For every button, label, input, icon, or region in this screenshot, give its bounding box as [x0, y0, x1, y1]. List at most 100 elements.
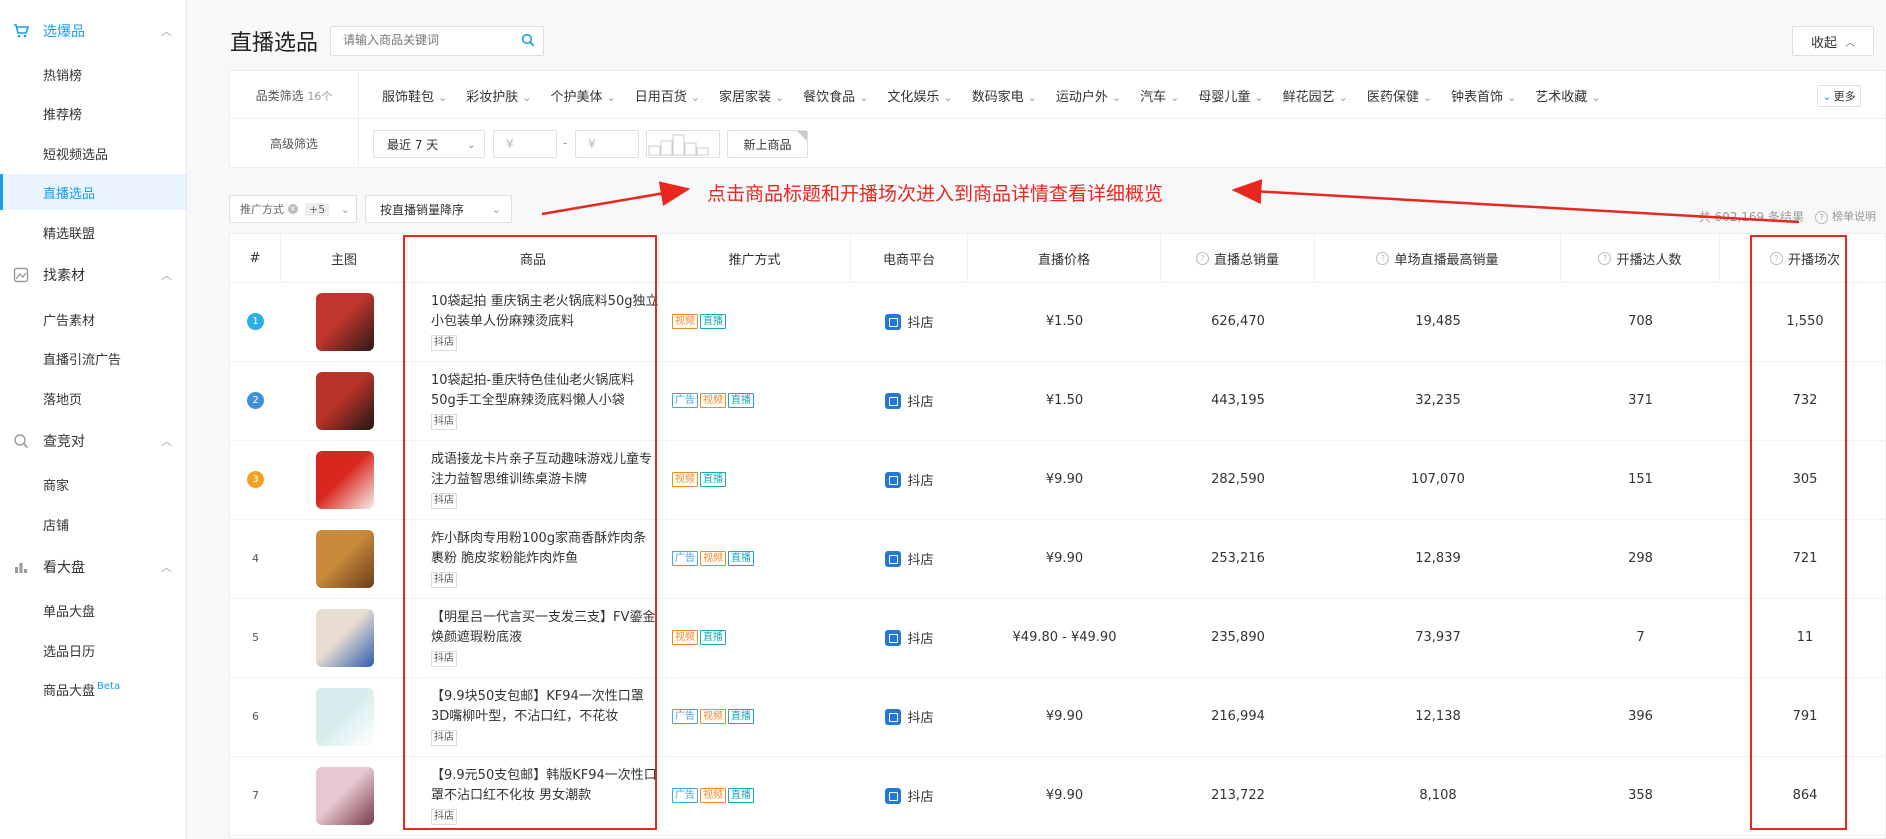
sidebar-section-select-products[interactable]: 选爆品 ︿ [0, 11, 186, 51]
category-item[interactable]: 餐饮食品 [803, 86, 868, 106]
product-cell: 成语接龙卡片亲子互动趣味游戏儿童专注力益智思维训练桌游卡牌 抖店 [419, 440, 659, 519]
sidebar-item-short-video[interactable]: 短视频选品 [0, 135, 186, 171]
table-row[interactable]: 2 10袋起拍-重庆特色佳仙老火锅底料50g手工全型麻辣烫底料懒人小袋 抖店 广… [230, 361, 1885, 441]
chevron-up-icon: ︿ [161, 435, 172, 448]
sidebar-section-overview[interactable]: 看大盘 ︿ [0, 547, 186, 587]
category-item[interactable]: 彩妆护肤 [466, 86, 531, 106]
sessions-cell-link[interactable]: 305 [1720, 440, 1886, 519]
column-header-price[interactable]: 直播价格 [968, 234, 1161, 282]
shop-badge: 抖店 [431, 493, 457, 509]
sidebar-item-merchants[interactable]: 商家 [0, 466, 186, 502]
search-icon[interactable] [521, 33, 535, 47]
more-categories-button[interactable]: ⌄ 更多 [1817, 85, 1861, 107]
sidebar-item-selected-alliance[interactable]: 精选联盟 [0, 214, 186, 250]
category-item[interactable]: 汽车 [1140, 86, 1179, 106]
category-item[interactable]: 家居家装 [719, 86, 784, 106]
table-row[interactable]: 4 炸小酥肉专用粉100g家商香酥炸肉条 裹粉 脆皮浆粉能炸肉炸鱼 抖店 广告视… [230, 519, 1885, 599]
date-range-select[interactable]: 最近 7 天 ⌄ [373, 130, 485, 158]
product-title-link[interactable]: 10袋起拍 重庆锅主老火锅底料50g独立小包装单人份麻辣烫底料 [431, 292, 659, 332]
price-min-input[interactable]: ¥ [493, 130, 557, 158]
category-item[interactable]: 母婴儿童 [1198, 86, 1263, 106]
search-input[interactable] [331, 27, 525, 53]
category-item[interactable]: 运动户外 [1056, 86, 1121, 106]
sessions-cell-link[interactable]: 11 [1720, 598, 1886, 677]
category-item[interactable]: 数码家电 [972, 86, 1037, 106]
bar-chart-icon [648, 134, 709, 156]
platform-name: 抖店 [907, 632, 934, 647]
ranking-explanation-link[interactable]: ? 榜单说明 [1815, 208, 1876, 224]
product-thumbnail[interactable] [315, 766, 374, 825]
category-item[interactable]: 文化娱乐 [887, 86, 952, 106]
product-title-link[interactable]: 炸小酥肉专用粉100g家商香酥炸肉条 裹粉 脆皮浆粉能炸肉炸鱼 [431, 529, 659, 569]
sidebar-item-landing-page[interactable]: 落地页 [0, 380, 186, 416]
hosts-cell: 371 [1628, 393, 1653, 408]
category-item[interactable]: 日用百货 [635, 86, 700, 106]
sessions-cell-link[interactable]: 791 [1720, 677, 1886, 756]
sidebar-item-ad-materials[interactable]: 广告素材 [0, 301, 186, 337]
promo-tag: 视频 [700, 393, 726, 408]
table-row[interactable]: 3 成语接龙卡片亲子互动趣味游戏儿童专注力益智思维训练桌游卡牌 抖店 视频 直播 … [230, 440, 1885, 520]
sidebar-item-stores[interactable]: 店铺 [0, 506, 186, 542]
category-item[interactable]: 服饰鞋包 [382, 86, 447, 106]
total-sales-cell: 443,195 [1211, 393, 1265, 408]
price-cell: ¥1.50 [1045, 393, 1084, 408]
category-item[interactable]: 艺术收藏 [1535, 86, 1600, 106]
sessions-cell-link[interactable]: 864 [1720, 756, 1886, 835]
product-thumbnail[interactable] [315, 450, 374, 509]
shop-badge: 抖店 [431, 651, 457, 667]
sales-trend-filter[interactable] [646, 130, 720, 158]
max-sales-cell: 12,839 [1415, 551, 1461, 566]
product-thumbnail[interactable] [315, 529, 374, 588]
category-count: 16个 [307, 90, 333, 103]
category-item[interactable]: 钟表首饰 [1451, 86, 1516, 106]
column-header-hosts[interactable]: ? 开播达人数 [1561, 234, 1720, 282]
collapse-button[interactable]: 收起 ︿ [1792, 26, 1874, 56]
product-title-link[interactable]: 【9.9元50支包邮】韩版KF94一次性口罩不沾口红不化妆 男女潮款 [431, 766, 659, 806]
new-product-toggle[interactable]: 新上商品 [727, 130, 808, 158]
total-sales-cell: 213,722 [1211, 788, 1265, 803]
column-header-max-sales[interactable]: ? 单场直播最高销量 [1315, 234, 1561, 282]
sessions-cell-link[interactable]: 732 [1720, 361, 1886, 440]
platform-cell: 抖店 [851, 440, 968, 519]
sidebar-item-hot-list[interactable]: 热销榜 [0, 56, 186, 92]
category-item[interactable]: 鲜花园艺 [1283, 86, 1348, 106]
table-row[interactable]: 5 【明星吕一代言买一支发三支】FV鎏金焕颜遮瑕粉底液 抖店 视频 直播 抖店 ¥… [230, 598, 1885, 678]
sort-select[interactable]: 按直播销量降序 ⌄ [365, 195, 512, 223]
promo-filter-chip[interactable]: 推广方式 × +5 ⌄ [229, 195, 357, 223]
promo-tag: 直播 [700, 314, 726, 329]
category-item[interactable]: 个护美体 [550, 86, 615, 106]
rank-badge: 3 [247, 471, 264, 488]
promo-cell: 广告 视频 直播 [659, 361, 851, 440]
total-sales-cell: 282,590 [1211, 472, 1265, 487]
search-box[interactable] [330, 26, 544, 56]
sidebar-item-product-overview[interactable]: 商品大盘 Beta [0, 671, 186, 707]
product-thumbnail[interactable] [315, 292, 374, 351]
sidebar-item-calendar[interactable]: 选品日历 [0, 632, 186, 668]
column-header-total-sales[interactable]: ? 直播总销量 [1161, 234, 1315, 282]
sidebar-item-live-products[interactable]: 直播选品 [0, 174, 186, 210]
column-header-sessions[interactable]: ? 开播场次 [1720, 234, 1886, 282]
table-row[interactable]: 1 10袋起拍 重庆锅主老火锅底料50g独立小包装单人份麻辣烫底料 抖店 视频直… [230, 282, 1885, 362]
product-thumbnail[interactable] [315, 608, 374, 667]
product-thumbnail[interactable] [315, 371, 374, 430]
sidebar-item-recommend[interactable]: 推荐榜 [0, 95, 186, 131]
product-title-link[interactable]: 成语接龙卡片亲子互动趣味游戏儿童专注力益智思维训练桌游卡牌 [431, 450, 659, 490]
sidebar-item-single-overview[interactable]: 单品大盘 [0, 592, 186, 628]
sidebar-section-competitors[interactable]: 查竞对 ︿ [0, 421, 186, 461]
sidebar-item-label: 落地页 [43, 392, 83, 408]
sessions-cell-link[interactable]: 721 [1720, 519, 1886, 598]
category-item[interactable]: 医药保健 [1367, 86, 1432, 106]
product-title-link[interactable]: 【明星吕一代言买一支发三支】FV鎏金焕颜遮瑕粉底液 [431, 608, 659, 648]
table-row[interactable]: 7 【9.9元50支包邮】韩版KF94一次性口罩不沾口红不化妆 男女潮款 抖店 … [230, 756, 1885, 836]
product-thumbnail[interactable] [315, 687, 374, 746]
price-max-input[interactable]: ¥ [575, 130, 639, 158]
product-title-link[interactable]: 【9.9块50支包邮】KF94一次性口罩3D嘴柳叶型，不沾口红，不花妆 [431, 687, 659, 727]
price-cell: ¥9.90 [1045, 709, 1084, 724]
table-row[interactable]: 6 【9.9块50支包邮】KF94一次性口罩3D嘴柳叶型，不沾口红，不花妆 抖店… [230, 677, 1885, 757]
sidebar-item-live-ads[interactable]: 直播引流广告 [0, 340, 186, 376]
sidebar-section-materials[interactable]: 找素材 ︿ [0, 255, 186, 295]
sessions-cell-link[interactable]: 1,550 [1720, 282, 1886, 361]
product-title-link[interactable]: 10袋起拍-重庆特色佳仙老火锅底料50g手工全型麻辣烫底料懒人小袋 [431, 371, 659, 411]
close-icon[interactable]: × [288, 204, 298, 214]
total-sales-cell: 216,994 [1211, 709, 1265, 724]
